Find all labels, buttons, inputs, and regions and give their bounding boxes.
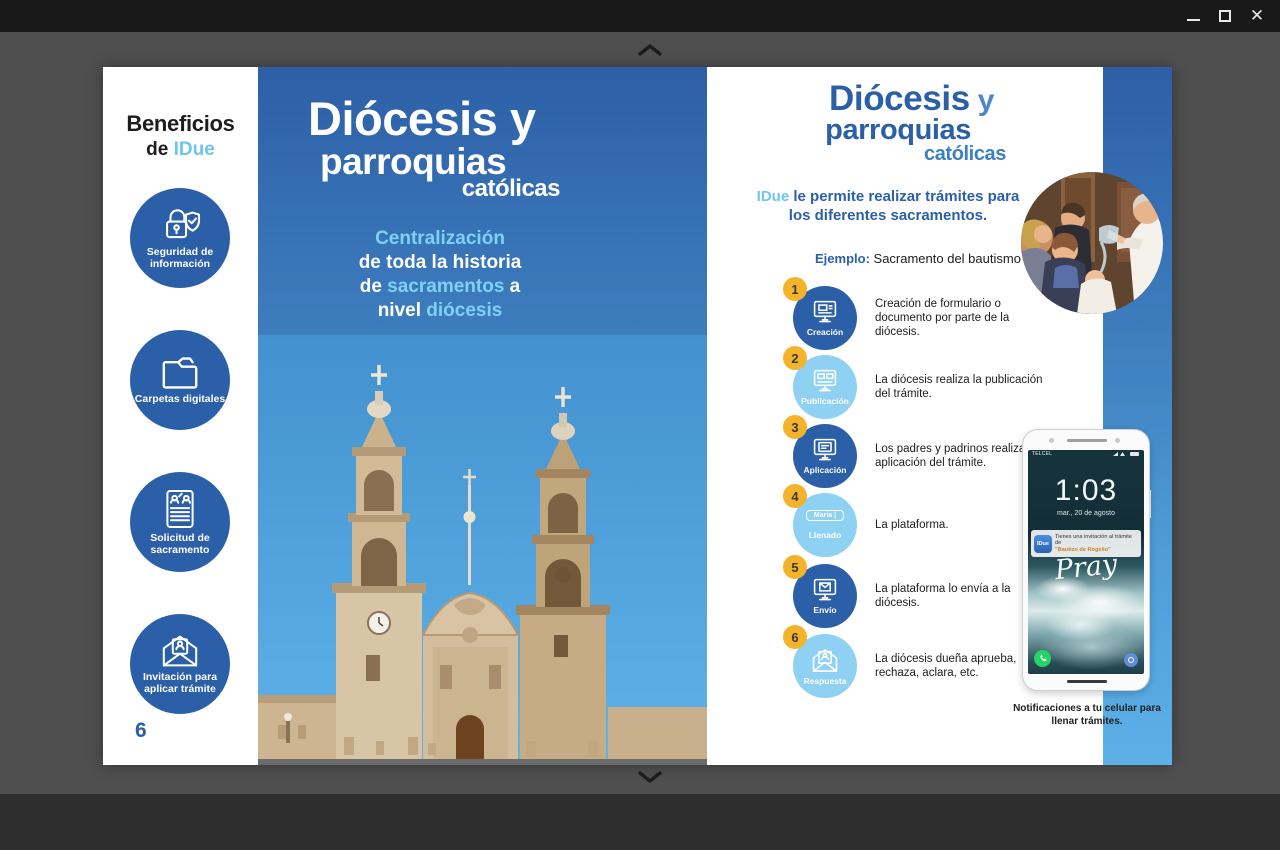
minimize-icon <box>1187 19 1200 21</box>
lockscreen-date: mar., 20 de agosto <box>1028 510 1144 517</box>
subtitle-line3a: de <box>360 276 387 297</box>
lockscreen-time: 1:03 <box>1028 474 1144 508</box>
document-page-spread: Beneficios de IDue Seguridad de informac… <box>103 67 1172 765</box>
step-label: Creación <box>807 327 843 337</box>
window-titlebar: ✕ <box>0 0 1280 32</box>
maximize-icon <box>1219 10 1231 22</box>
benefit-item-label: Invitación para aplicar trámite <box>134 672 226 695</box>
phone-side-button <box>1149 490 1151 518</box>
intro-brand: IDue <box>757 188 790 205</box>
example-text: Sacramento del bautismo <box>870 251 1021 266</box>
step-label: Respuesta <box>804 676 847 686</box>
phone-mockup: TELCEL 1:03 mar., 20 de agosto IDue Tien… <box>1022 429 1150 691</box>
lock-shield-icon <box>159 206 201 244</box>
home-bar <box>1067 680 1107 683</box>
subtitle-line4a: nivel <box>378 300 427 321</box>
step-label: Aplicación <box>804 465 847 475</box>
monitor-form-icon <box>811 437 839 463</box>
step-label: Llenado <box>809 530 842 540</box>
text-field-icon: Maria | <box>806 510 844 521</box>
step-number-badge: 4 <box>783 484 807 508</box>
page-number: 6 <box>135 719 147 743</box>
subtitle-line3b: sacramentos <box>387 276 504 297</box>
battery-icon <box>1130 452 1139 456</box>
benefit-item-label: Seguridad de información <box>134 247 226 270</box>
step-number-badge: 3 <box>783 415 807 439</box>
phone-screen: TELCEL 1:03 mar., 20 de agosto IDue Tien… <box>1028 450 1144 674</box>
benefit-item-label: Carpetas digitales <box>134 394 226 406</box>
benefit-item-solicitud: Solicitud de sacramento <box>130 472 230 572</box>
step-number-badge: 2 <box>783 346 807 370</box>
camera-dot-icon <box>1049 438 1054 443</box>
benefit-item-invitacion: Invitación para aplicar trámite <box>130 614 230 714</box>
intro-rest: le permite realizar trámites para los di… <box>789 188 1020 224</box>
benefit-item-seguridad: Seguridad de información <box>130 188 230 288</box>
signal-icon <box>1113 452 1118 456</box>
subtitle-line4b: diócesis <box>426 300 502 321</box>
step-publicacion: 2 Publicación La diócesis realiza la pub… <box>793 355 1103 419</box>
right-title-line3: católicas <box>707 143 1006 166</box>
step-number-badge: 1 <box>783 277 807 301</box>
step-number-badge: 6 <box>783 625 807 649</box>
right-title-diocesis: Diócesis <box>829 79 970 118</box>
benefit-item-label: Solicitud de sacramento <box>134 533 226 556</box>
scroll-down-chevron-icon[interactable] <box>637 769 663 785</box>
benefit-item-carpetas: Carpetas digitales <box>130 330 230 430</box>
benefits-sidebar: Beneficios de IDue Seguridad de informac… <box>103 67 258 765</box>
speaker-slot-icon <box>1067 439 1107 442</box>
folder-icon <box>158 355 202 391</box>
envelope-letter-icon <box>810 647 840 674</box>
step-label: Envío <box>813 605 836 615</box>
center-title-line3: católicas <box>258 175 560 203</box>
notification-text-line1: Tienes una invitación al trámite de <box>1055 534 1138 547</box>
monitor-icon <box>811 299 839 325</box>
envelope-invite-icon <box>159 633 201 669</box>
step-description: La diócesis realiza la publicación del t… <box>875 373 1053 401</box>
example-label: Ejemplo: <box>815 251 870 266</box>
whatsapp-icon <box>1034 650 1051 667</box>
right-title-y: y <box>970 84 994 117</box>
idue-app-icon: IDue <box>1034 535 1052 553</box>
subtitle-line3c: a <box>504 276 520 297</box>
center-title-line1: Diócesis y <box>308 91 536 146</box>
benefits-heading: Beneficios de IDue <box>103 111 258 161</box>
baptism-photo <box>1021 172 1163 314</box>
step-description: Creación de formulario o documento por p… <box>875 297 1053 339</box>
close-button[interactable]: ✕ <box>1240 0 1274 32</box>
bottom-toolbar <box>0 794 1280 850</box>
scroll-up-chevron-icon[interactable] <box>637 42 663 58</box>
monitor-icon <box>811 368 839 394</box>
step-number-badge: 5 <box>783 555 807 579</box>
wifi-icon <box>1120 452 1125 456</box>
document-people-icon <box>162 488 198 530</box>
monitor-mail-icon <box>811 577 839 603</box>
center-subtitle: Centralización de toda la historia de sa… <box>300 227 580 323</box>
step-label: Publicación <box>801 396 849 406</box>
sensor-dot-icon <box>1115 438 1120 443</box>
minimize-button[interactable] <box>1176 0 1210 32</box>
cathedral-photo <box>258 335 707 765</box>
camera-shortcut-icon <box>1124 653 1138 667</box>
right-title-line1: Diócesis y <box>707 79 994 119</box>
close-icon: ✕ <box>1250 6 1264 26</box>
subtitle-centralizacion: Centralización <box>375 228 505 249</box>
intro-text: IDue le permite realizar trámites para l… <box>747 187 1029 225</box>
carrier-label: TELCEL <box>1032 451 1052 457</box>
example-line: Ejemplo: Sacramento del bautismo <box>815 251 1021 266</box>
benefits-heading-line1: Beneficios <box>103 111 258 137</box>
maximize-button[interactable] <box>1208 0 1242 32</box>
phone-caption: Notificaciones a tu celular para llenar … <box>1008 703 1166 728</box>
subtitle-line2: de toda la historia <box>300 251 580 275</box>
benefits-heading-brand: IDue <box>174 139 215 160</box>
benefits-heading-de: de <box>146 139 173 160</box>
